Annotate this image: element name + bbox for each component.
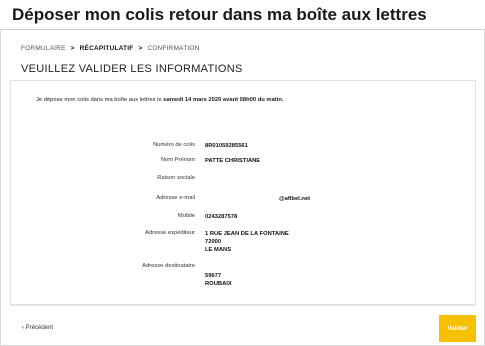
address-line: ROUBAIX: [205, 281, 232, 287]
field-row-mobile: Mobile 0243287578: [0, 213, 485, 223]
field-value: 8R01059285561: [205, 143, 248, 149]
address-line: 72000: [205, 239, 222, 245]
field-value: @afibel.net: [279, 196, 311, 202]
field-value: PATTE CHRISTIANE: [205, 158, 261, 164]
field-row-email: Adresse e-mail @afibel.net: [0, 193, 485, 205]
intro-prefix: Je dépose mon colis dans ma boîte aux le…: [36, 97, 162, 103]
breadcrumb-separator: >: [138, 45, 143, 52]
field-label: Nom Prénom: [160, 157, 195, 163]
field-label: Adresse destinataire: [142, 263, 195, 269]
intro-text: Je dépose mon colis dans ma boîte aux le…: [36, 97, 283, 103]
address-line: 1 RUE JEAN DE LA FONTAINE: [205, 231, 289, 237]
page-title: Déposer mon colis retour dans ma boîte a…: [12, 5, 427, 24]
section-title: VEUILLEZ VALIDER LES INFORMATIONS: [21, 63, 243, 75]
field-label: Raison sociale: [157, 175, 195, 181]
field-label: Adresse e-mail: [156, 195, 195, 201]
field-row-sender-address: Adresse expéditeur 1 RUE JEAN DE LA FONT…: [0, 230, 485, 260]
address-line: LE MANS: [205, 247, 232, 253]
breadcrumb-step-formulaire[interactable]: FORMULAIRE: [21, 45, 66, 52]
field-row-tracking-number: Numéro de colis 8R01059285561: [0, 142, 485, 152]
validate-button[interactable]: Valider: [439, 315, 476, 342]
address-line: 59677: [205, 273, 222, 279]
previous-link[interactable]: ‹ Précédent: [22, 325, 53, 331]
breadcrumb-separator: >: [70, 45, 75, 52]
intro-date: samedi 14 mars 2020 avant 08h00 du matin…: [163, 97, 284, 103]
field-label: Adresse expéditeur: [145, 230, 195, 236]
redacted-block: [205, 193, 277, 203]
header-bar: Déposer mon colis retour dans ma boîte a…: [0, 0, 485, 30]
field-row-name: Nom Prénom PATTE CHRISTIANE: [0, 157, 485, 167]
breadcrumb-step-confirmation: CONFIRMATION: [147, 45, 200, 52]
field-value: 0243287578: [205, 214, 238, 220]
field-row-company: Raison sociale: [0, 175, 485, 185]
breadcrumb-step-recapitulatif: RÉCAPITULATIF: [79, 45, 134, 52]
breadcrumb: FORMULAIRE > RÉCAPITULATIF > CONFIRMATIO…: [21, 45, 200, 52]
footer-divider: [10, 305, 476, 306]
field-row-recipient-address: Adresse destinataire 59677 ROUBAIX: [0, 263, 485, 293]
field-label: Mobile: [177, 213, 195, 219]
field-label: Numéro de colis: [153, 142, 195, 148]
